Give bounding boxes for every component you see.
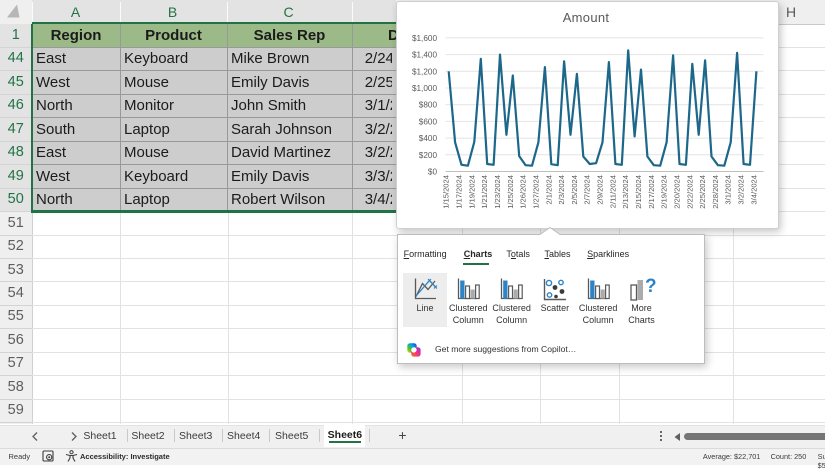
svg-text:3/2/2024: 3/2/2024 [737, 175, 746, 205]
svg-text:$1,600: $1,600 [412, 34, 437, 43]
svg-text:2/9/2024: 2/9/2024 [596, 175, 605, 205]
svg-text:1/17/2024: 1/17/2024 [455, 175, 464, 209]
svg-text:$0: $0 [428, 168, 438, 177]
svg-text:$1,000: $1,000 [412, 84, 437, 93]
svg-text:$400: $400 [419, 134, 438, 143]
svg-text:$600: $600 [419, 117, 438, 126]
svg-text:$1,200: $1,200 [412, 67, 437, 76]
svg-text:1/27/2024: 1/27/2024 [531, 175, 540, 209]
svg-text:2/1/2024: 2/1/2024 [544, 175, 553, 205]
svg-text:1/21/2024: 1/21/2024 [480, 175, 489, 209]
svg-text:2/17/2024: 2/17/2024 [647, 175, 656, 209]
svg-text:2/13/2024: 2/13/2024 [621, 175, 630, 209]
svg-text:2/25/2024: 2/25/2024 [698, 175, 707, 209]
svg-text:3/4/2024: 3/4/2024 [749, 175, 758, 205]
svg-text:$800: $800 [419, 101, 438, 110]
svg-text:2/7/2024: 2/7/2024 [583, 175, 592, 205]
svg-text:2/3/2024: 2/3/2024 [557, 175, 566, 205]
svg-text:2/22/2024: 2/22/2024 [685, 175, 694, 209]
svg-text:2/19/2024: 2/19/2024 [660, 175, 669, 209]
svg-text:2/11/2024: 2/11/2024 [608, 175, 617, 208]
svg-text:3/1/2024: 3/1/2024 [724, 175, 733, 205]
svg-text:$200: $200 [419, 151, 438, 160]
svg-text:1/25/2024: 1/25/2024 [506, 175, 515, 209]
svg-text:2/28/2024: 2/28/2024 [711, 175, 720, 209]
svg-text:1/23/2024: 1/23/2024 [493, 175, 502, 209]
svg-text:2/20/2024: 2/20/2024 [673, 175, 682, 209]
svg-text:1/26/2024: 1/26/2024 [519, 175, 528, 209]
svg-text:2/15/2024: 2/15/2024 [634, 175, 643, 209]
svg-text:1/15/2024: 1/15/2024 [442, 175, 451, 209]
svg-text:$1,400: $1,400 [412, 51, 437, 60]
svg-text:Amount: Amount [563, 10, 610, 25]
svg-text:1/19/2024: 1/19/2024 [467, 175, 476, 209]
svg-text:?: ? [645, 276, 657, 297]
svg-text:2/5/2024: 2/5/2024 [570, 175, 579, 205]
